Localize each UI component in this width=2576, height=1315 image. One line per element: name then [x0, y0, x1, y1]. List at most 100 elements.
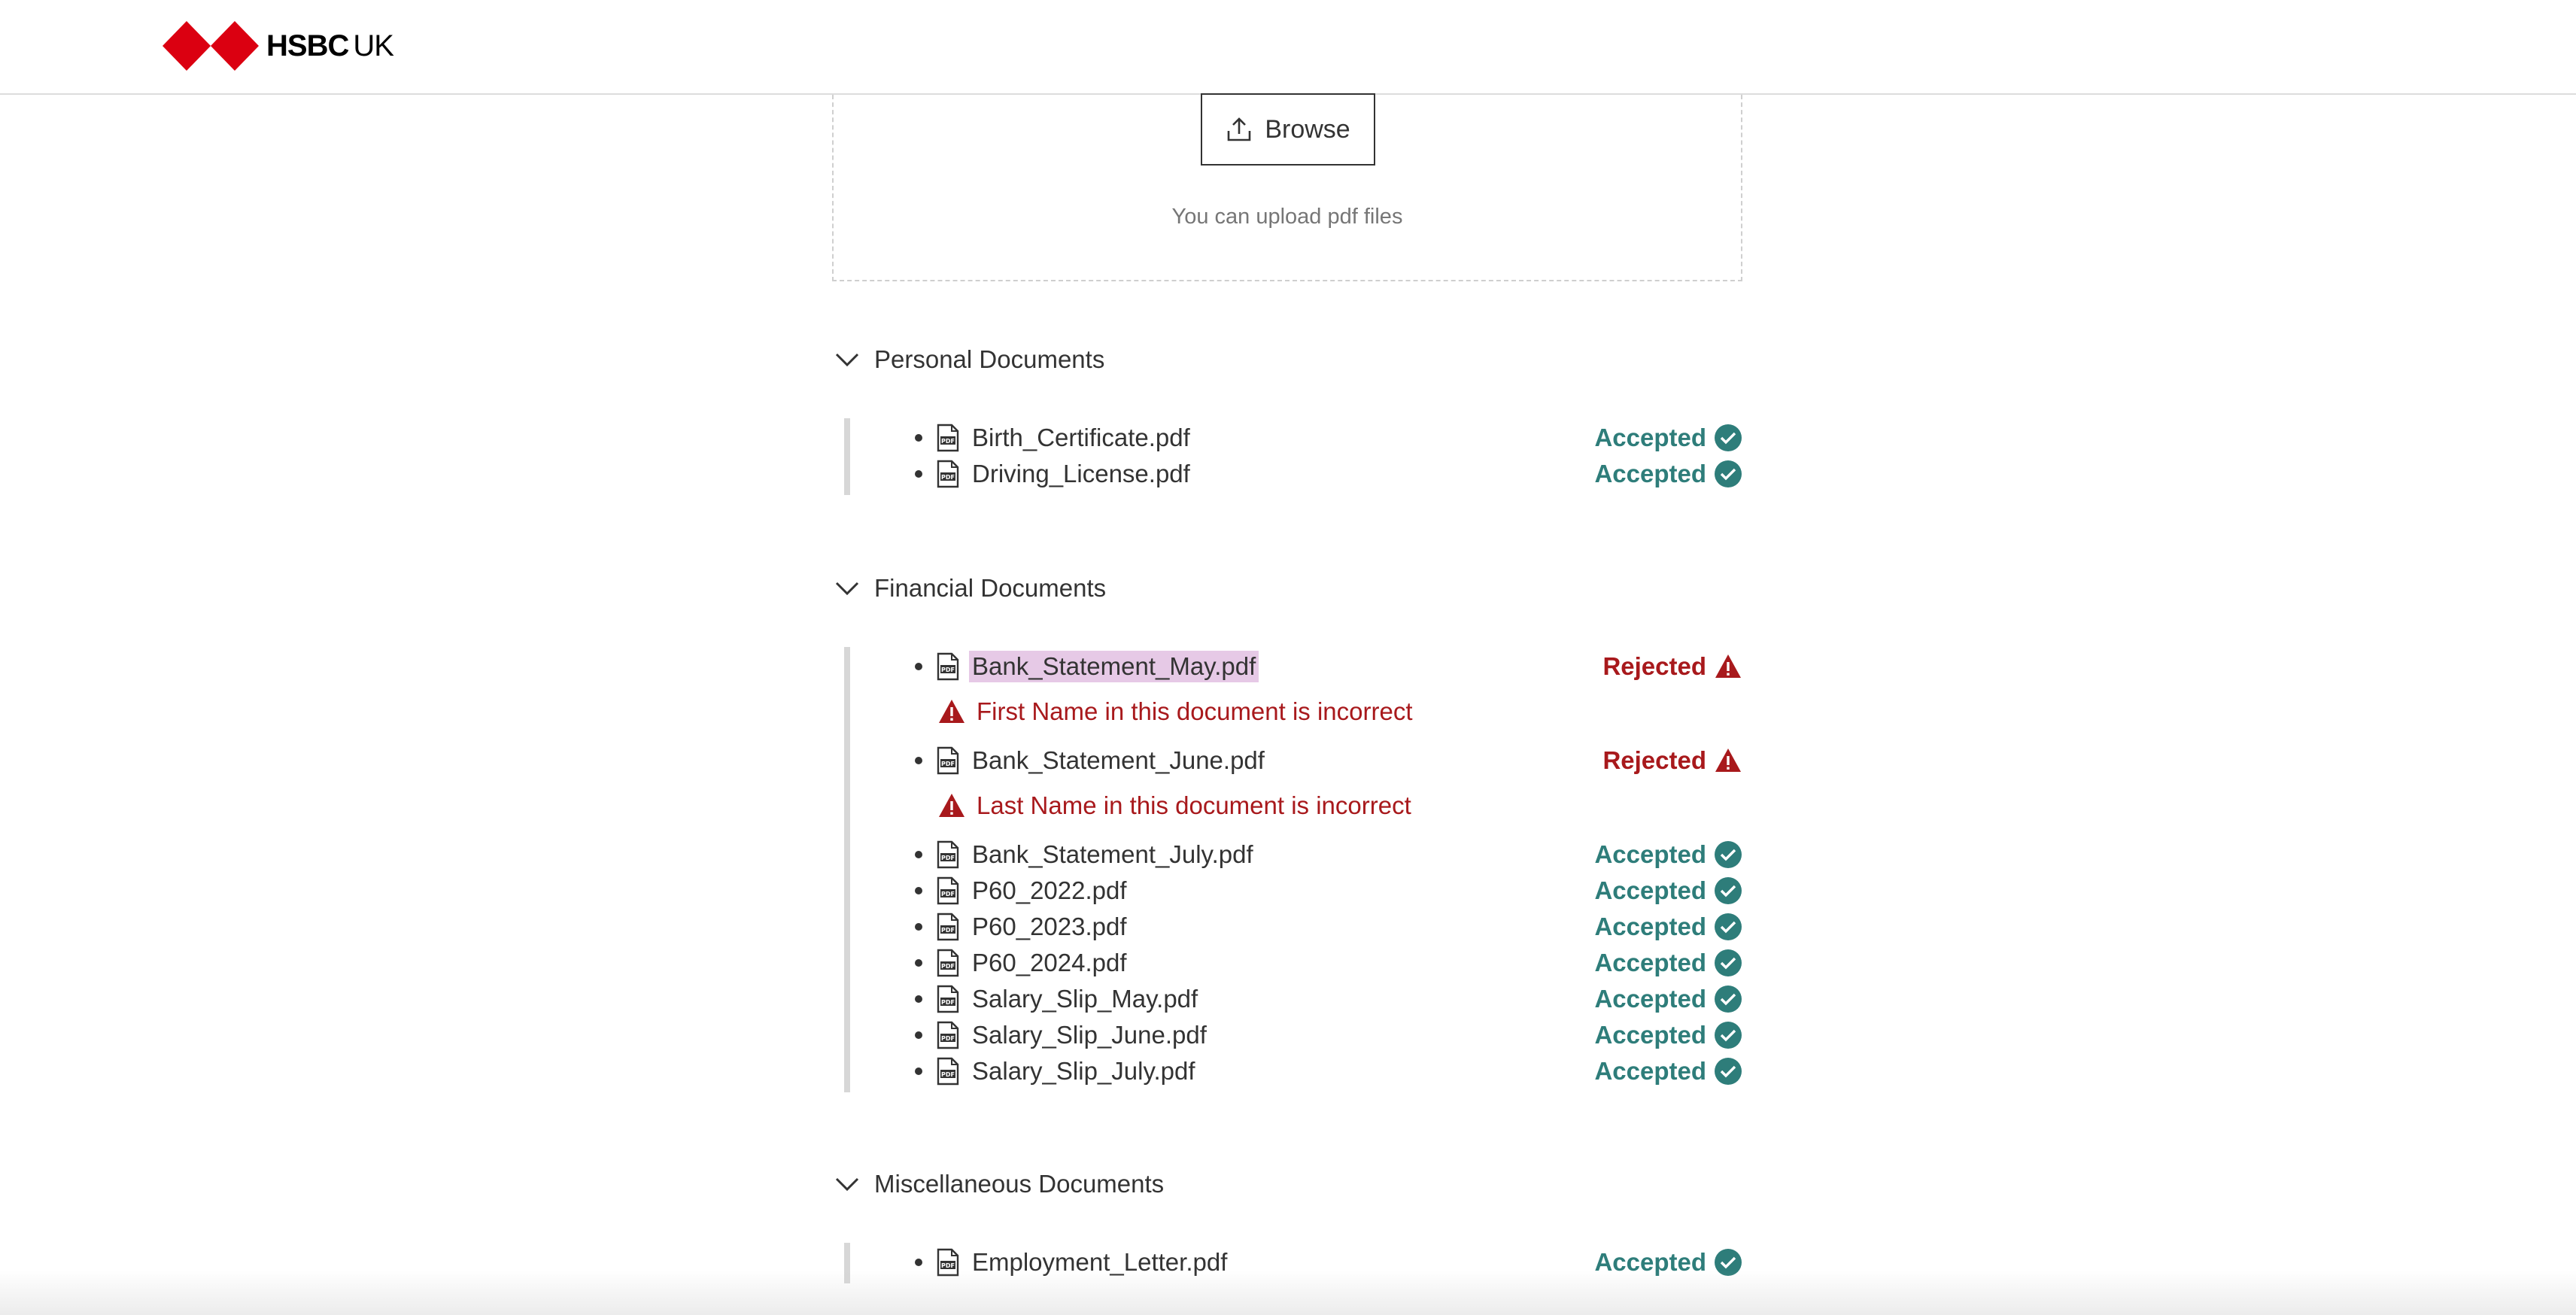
status-label: Accepted	[1594, 913, 1706, 940]
svg-text:PDF: PDF	[941, 761, 955, 767]
document-row: PDF P60_2022.pdf Accepted	[915, 873, 1742, 909]
pdf-file-icon: PDF	[937, 1057, 959, 1086]
pdf-file-icon: PDF	[937, 424, 959, 452]
pdf-file-icon: PDF	[937, 1021, 959, 1049]
check-circle-icon	[1715, 913, 1742, 940]
status-badge: Accepted	[1594, 1053, 1742, 1089]
list-bullet	[915, 887, 922, 894]
browse-button[interactable]: Browse	[1201, 93, 1375, 166]
error-text: First Name in this document is incorrect	[977, 697, 1413, 725]
list-bullet	[915, 663, 922, 670]
svg-text:PDF: PDF	[941, 438, 955, 445]
check-circle-icon	[1715, 460, 1742, 487]
svg-text:PDF: PDF	[941, 891, 955, 897]
document-row: PDF Driving_License.pdf Accepted	[915, 456, 1742, 492]
document-row: PDF Salary_Slip_May.pdf Accepted	[915, 981, 1742, 1017]
status-badge: Accepted	[1594, 837, 1742, 873]
svg-text:PDF: PDF	[941, 927, 955, 934]
list-bullet	[915, 1031, 922, 1039]
svg-text:PDF: PDF	[941, 1071, 955, 1078]
file-name[interactable]: Salary_Slip_May.pdf	[969, 983, 1201, 1015]
pdf-file-icon: PDF	[937, 949, 959, 977]
list-bullet	[915, 995, 922, 1003]
bottom-edge	[0, 1270, 2576, 1315]
document-row: PDF Birth_Certificate.pdf Accepted	[915, 420, 1742, 456]
chevron-down-icon	[835, 353, 859, 367]
file-name[interactable]: P60_2024.pdf	[969, 947, 1130, 979]
pdf-file-icon: PDF	[937, 460, 959, 488]
document-row: PDF Salary_Slip_June.pdf Accepted	[915, 1017, 1742, 1053]
section-group-bar	[844, 418, 850, 495]
warning-triangle-icon	[939, 794, 964, 817]
check-circle-icon	[1715, 949, 1742, 976]
list-bullet	[915, 757, 922, 764]
document-row: PDF Salary_Slip_July.pdf Accepted	[915, 1053, 1742, 1089]
svg-text:PDF: PDF	[941, 963, 955, 970]
status-label: Accepted	[1594, 1021, 1706, 1049]
list-bullet	[915, 470, 922, 478]
list-bullet	[915, 959, 922, 967]
pdf-file-icon: PDF	[937, 652, 959, 681]
error-message: First Name in this document is incorrect	[937, 697, 1413, 726]
document-row: PDF Bank_Statement_June.pdf Rejected	[915, 743, 1742, 779]
error-text: Last Name in this document is incorrect	[977, 791, 1411, 819]
list-bullet	[915, 1067, 922, 1075]
section-toggle[interactable]: Miscellaneous Documents	[832, 1169, 1164, 1199]
document-row: PDF P60_2023.pdf Accepted	[915, 909, 1742, 945]
document-row: PDF P60_2024.pdf Accepted	[915, 945, 1742, 981]
check-circle-icon	[1715, 424, 1742, 451]
status-label: Accepted	[1594, 424, 1706, 451]
svg-text:PDF: PDF	[941, 474, 955, 481]
pdf-file-icon: PDF	[937, 746, 959, 775]
status-badge: Accepted	[1594, 1017, 1742, 1053]
file-name[interactable]: P60_2022.pdf	[969, 875, 1130, 907]
hsbc-logo[interactable]: HSBC UK	[163, 21, 394, 71]
file-name[interactable]: Salary_Slip_June.pdf	[969, 1019, 1210, 1051]
svg-text:PDF: PDF	[941, 667, 955, 673]
file-name[interactable]: Bank_Statement_June.pdf	[969, 745, 1268, 776]
pdf-file-icon: PDF	[937, 985, 959, 1013]
check-circle-icon	[1715, 1058, 1742, 1085]
file-name[interactable]: Driving_License.pdf	[969, 458, 1193, 490]
status-badge: Accepted	[1594, 456, 1742, 492]
error-message: Last Name in this document is incorrect	[937, 791, 1411, 820]
status-label: Accepted	[1594, 1057, 1706, 1085]
file-name[interactable]: Bank_Statement_May.pdf	[969, 651, 1259, 682]
file-name[interactable]: P60_2023.pdf	[969, 911, 1130, 943]
list-bullet	[915, 434, 922, 442]
section-toggle[interactable]: Personal Documents	[832, 345, 1104, 375]
status-badge: Accepted	[1594, 420, 1742, 456]
warning-triangle-icon	[939, 700, 964, 723]
top-header: HSBC UK	[0, 0, 2576, 95]
section-title: Miscellaneous Documents	[874, 1170, 1165, 1198]
brand-name: HSBC UK	[266, 29, 394, 62]
browse-label: Browse	[1265, 114, 1350, 144]
svg-text:PDF: PDF	[941, 999, 955, 1006]
svg-text:PDF: PDF	[941, 1035, 955, 1042]
warning-triangle-icon	[1715, 654, 1741, 678]
file-name[interactable]: Birth_Certificate.pdf	[969, 422, 1193, 454]
upload-icon	[1228, 117, 1251, 141]
section-group-bar	[844, 647, 850, 1092]
status-label: Rejected	[1602, 652, 1706, 680]
document-row: PDF Bank_Statement_May.pdf Rejected	[915, 648, 1742, 685]
pdf-file-icon: PDF	[937, 913, 959, 941]
check-circle-icon	[1715, 841, 1742, 868]
status-label: Accepted	[1594, 840, 1706, 868]
section-toggle[interactable]: Financial Documents	[832, 573, 1106, 603]
section-title: Personal Documents	[874, 345, 1105, 373]
check-circle-icon	[1715, 985, 1742, 1013]
pdf-file-icon: PDF	[937, 876, 959, 905]
document-row: PDF Bank_Statement_July.pdf Accepted	[915, 837, 1742, 873]
file-name[interactable]: Bank_Statement_July.pdf	[969, 839, 1256, 870]
section-title: Financial Documents	[874, 574, 1107, 602]
svg-text:PDF: PDF	[941, 855, 955, 861]
check-circle-icon	[1715, 877, 1742, 904]
status-badge: Accepted	[1594, 945, 1742, 981]
file-name[interactable]: Salary_Slip_July.pdf	[969, 1055, 1198, 1087]
svg-text:PDF: PDF	[941, 1262, 955, 1269]
check-circle-icon	[1715, 1022, 1742, 1049]
status-badge: Accepted	[1594, 873, 1742, 909]
list-bullet	[915, 923, 922, 931]
chevron-down-icon	[835, 582, 859, 596]
